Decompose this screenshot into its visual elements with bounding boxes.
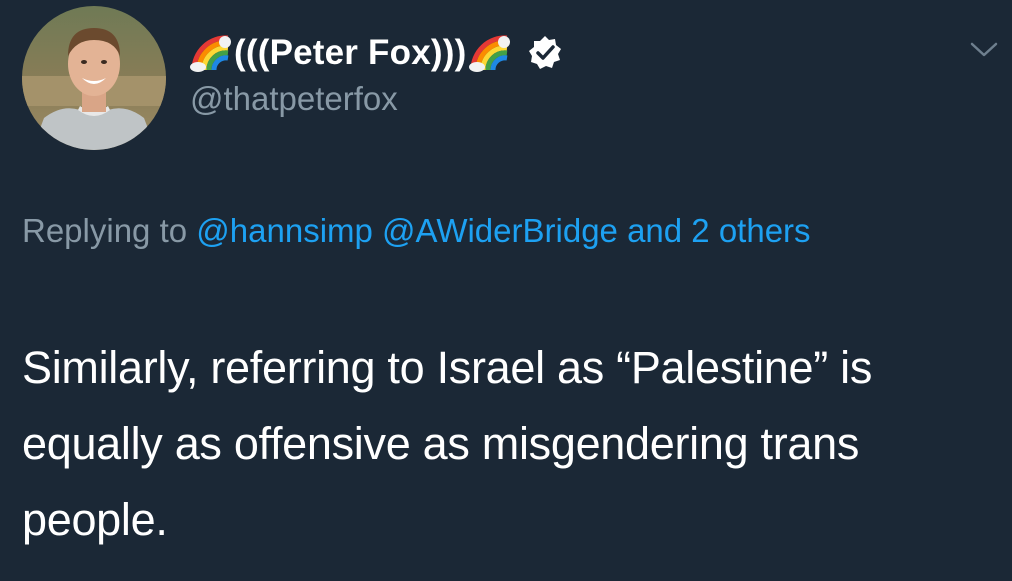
rainbow-emoji-icon bbox=[469, 35, 511, 72]
verified-badge-icon bbox=[529, 36, 562, 69]
avatar[interactable] bbox=[22, 6, 166, 150]
mention-link[interactable]: @hannsimp bbox=[196, 212, 373, 249]
user-handle[interactable]: @thatpeterfox bbox=[190, 80, 398, 118]
display-name[interactable]: (((Peter Fox))) bbox=[234, 33, 466, 73]
rainbow-emoji-icon bbox=[190, 35, 231, 72]
replying-to-line: Replying to @hannsimp @AWiderBridge and … bbox=[22, 205, 952, 256]
user-name-row[interactable]: (((Peter Fox))) bbox=[190, 30, 563, 76]
tweet-text: Similarly, referring to Israel as “Pales… bbox=[22, 342, 873, 545]
chevron-down-icon[interactable] bbox=[966, 36, 1002, 62]
profile-photo bbox=[22, 6, 166, 150]
mention-link[interactable]: @AWiderBridge bbox=[382, 212, 618, 249]
others-link[interactable]: and 2 others bbox=[627, 212, 810, 249]
replying-to-label: Replying to bbox=[22, 212, 188, 249]
